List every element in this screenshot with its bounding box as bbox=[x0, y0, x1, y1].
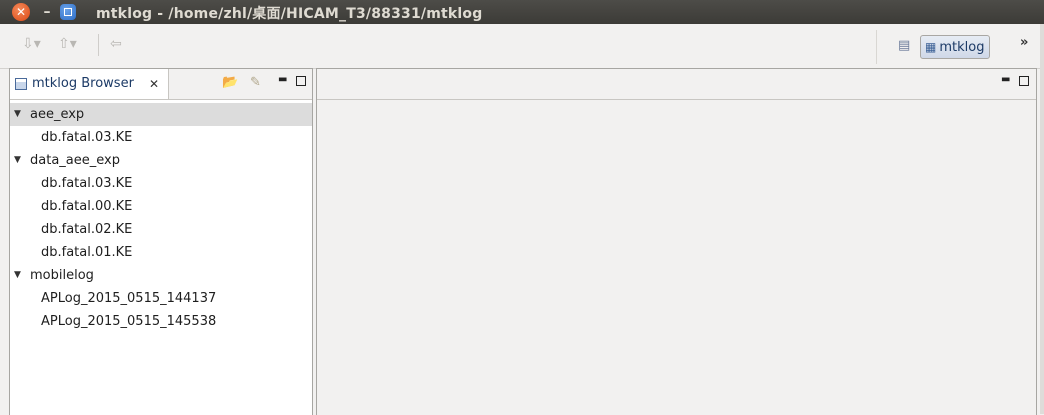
open-folder-icon[interactable]: 📂 bbox=[222, 75, 238, 90]
tree-leaf-label: db.fatal.02.KE bbox=[41, 222, 133, 237]
tree-leaf-label: APLog_2015_0515_145538 bbox=[41, 314, 217, 329]
maximize-view-icon[interactable] bbox=[296, 76, 306, 86]
view-tab-bar: mtklog Browser ✕ 📂 ✎ ▬ bbox=[10, 69, 312, 100]
window-edge bbox=[1040, 24, 1044, 414]
tree-leaf-label: db.fatal.03.KE bbox=[41, 130, 133, 145]
tree-leaf[interactable]: db.fatal.03.KE bbox=[10, 172, 312, 195]
minimize-window-button[interactable]: – bbox=[38, 3, 56, 21]
maximize-editor-icon[interactable] bbox=[1019, 76, 1029, 86]
tab-label: mtklog Browser bbox=[32, 76, 134, 91]
maximize-window-button[interactable] bbox=[60, 4, 76, 20]
more-perspectives-chevron-icon[interactable]: » bbox=[1020, 35, 1028, 50]
clear-icon[interactable]: ✎ bbox=[250, 75, 261, 90]
next-annotation-icon[interactable]: ⇩▾ bbox=[22, 36, 41, 52]
perspective-label: mtklog bbox=[939, 40, 985, 55]
tree-node[interactable]: ▼ aee_exp bbox=[10, 103, 312, 126]
tree-node-label: aee_exp bbox=[30, 107, 85, 122]
tree-leaf[interactable]: db.fatal.02.KE bbox=[10, 218, 312, 241]
tree-leaf[interactable]: db.fatal.03.KE bbox=[10, 126, 312, 149]
tree-node[interactable]: ▼ mobilelog bbox=[10, 264, 312, 287]
close-window-button[interactable]: ✕ bbox=[12, 3, 30, 21]
expand-triangle-icon[interactable]: ▼ bbox=[14, 103, 21, 126]
tree-leaf[interactable]: db.fatal.01.KE bbox=[10, 241, 312, 264]
toolbar-separator bbox=[98, 34, 99, 56]
tree-node-label: mobilelog bbox=[30, 268, 94, 283]
tree-node[interactable]: ▼ data_aee_exp bbox=[10, 149, 312, 172]
tree-leaf[interactable]: db.fatal.00.KE bbox=[10, 195, 312, 218]
minimize-view-icon[interactable]: ▬ bbox=[278, 74, 287, 85]
log-tree: ▼ aee_exp db.fatal.03.KE ▼ data_aee_exp … bbox=[10, 100, 312, 333]
tab-mtklog-browser[interactable]: mtklog Browser ✕ bbox=[10, 69, 169, 99]
window-title: mtklog - /home/zhl/桌面/HICAM_T3/88331/mtk… bbox=[96, 6, 483, 22]
mtklog-browser-view: mtklog Browser ✕ 📂 ✎ ▬ ▼ aee_exp db.fata… bbox=[9, 68, 313, 415]
perspective-mtklog-button[interactable]: ▦ mtklog bbox=[920, 35, 991, 59]
expand-triangle-icon[interactable]: ▼ bbox=[14, 264, 21, 287]
tree-leaf-label: db.fatal.00.KE bbox=[41, 199, 133, 214]
open-perspective-icon[interactable]: ▤ bbox=[898, 38, 910, 53]
tree-leaf-label: db.fatal.01.KE bbox=[41, 245, 133, 260]
minimize-editor-icon[interactable]: ▬ bbox=[1001, 74, 1010, 85]
previous-annotation-icon[interactable]: ⇧▾ bbox=[58, 36, 77, 52]
back-icon[interactable]: ⇦ bbox=[110, 36, 122, 52]
editor-area: ▬ bbox=[316, 68, 1037, 415]
expand-triangle-icon[interactable]: ▼ bbox=[14, 149, 21, 172]
tree-node-label: data_aee_exp bbox=[30, 153, 120, 168]
title-bar: ✕ – mtklog - /home/zhl/桌面/HICAM_T3/88331… bbox=[0, 0, 1044, 24]
main-toolbar: ⇩▾ ⇧▾ ⇦ ▤ ▦ mtklog » bbox=[0, 24, 1044, 69]
view-icon bbox=[15, 78, 27, 90]
tree-leaf-label: db.fatal.03.KE bbox=[41, 176, 133, 191]
perspective-icon: ▦ bbox=[925, 40, 937, 54]
editor-tab-bar: ▬ bbox=[317, 69, 1036, 100]
tree-leaf[interactable]: APLog_2015_0515_144137 bbox=[10, 287, 312, 310]
tree-leaf-label: APLog_2015_0515_144137 bbox=[41, 291, 217, 306]
close-tab-icon[interactable]: ✕ bbox=[149, 69, 159, 99]
tree-leaf[interactable]: APLog_2015_0515_145538 bbox=[10, 310, 312, 333]
